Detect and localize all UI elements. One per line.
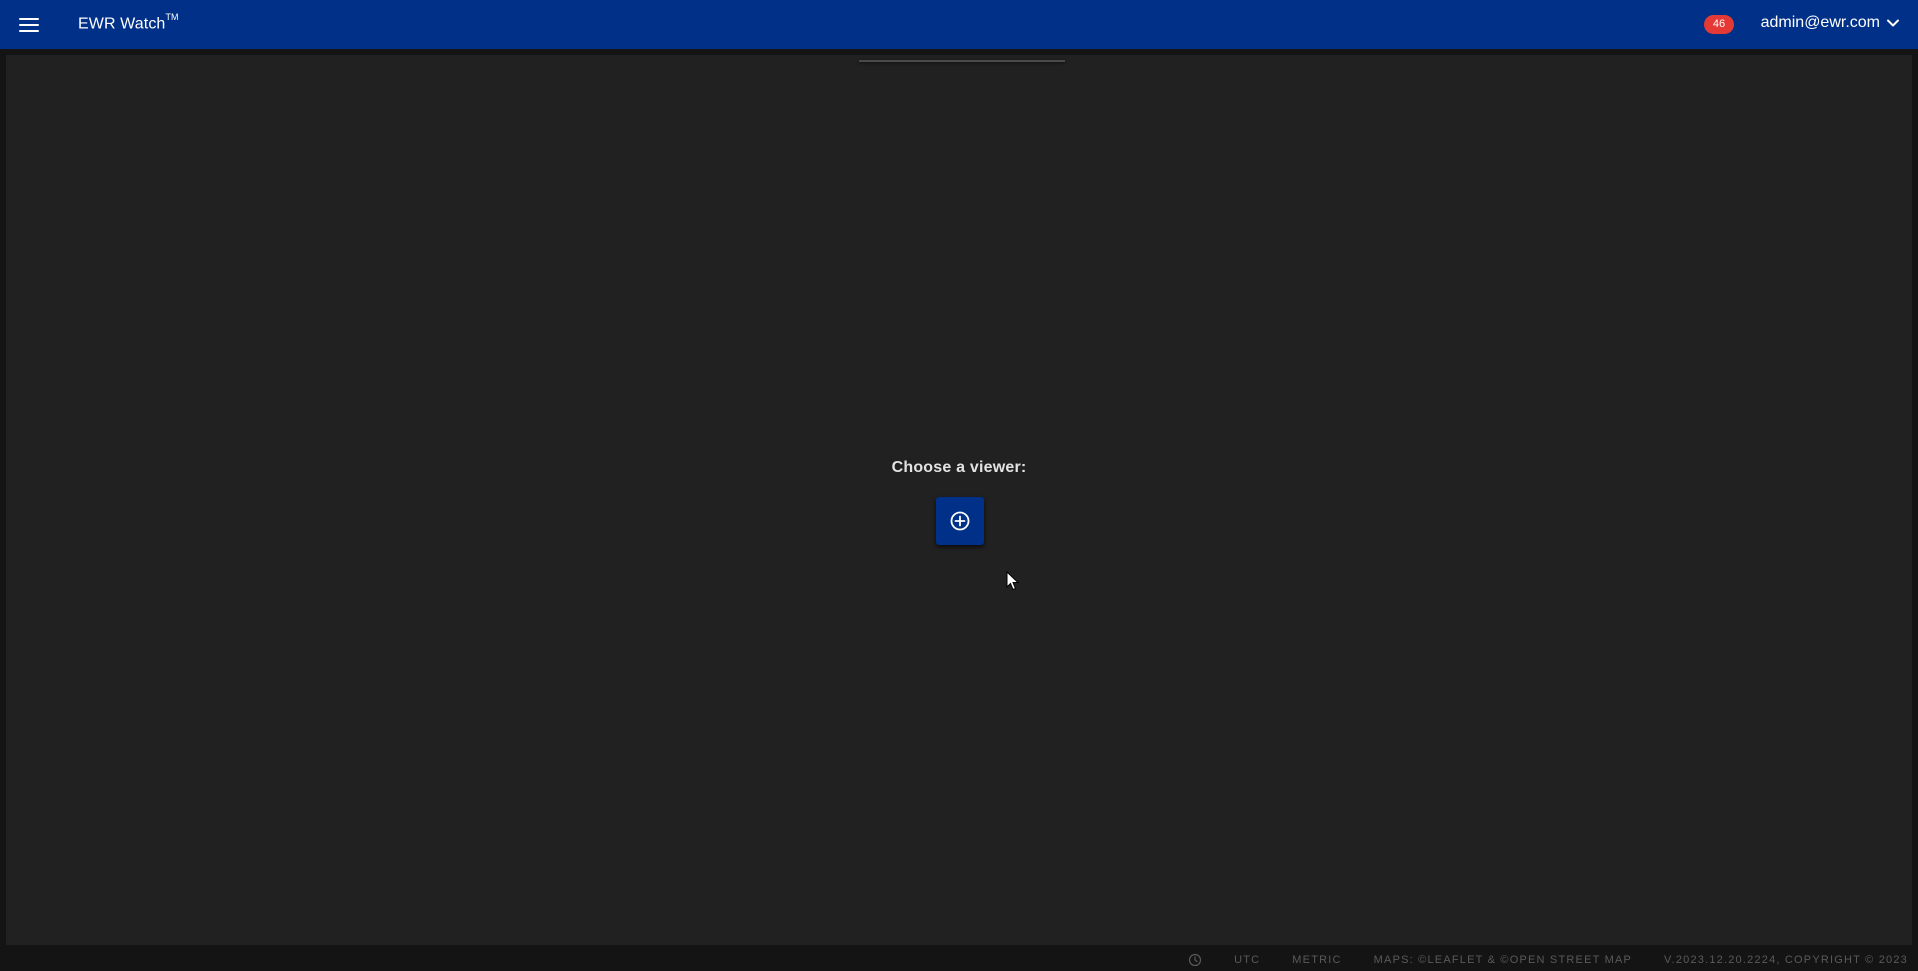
timezone-toggle[interactable]: UTC — [1234, 954, 1260, 966]
add-viewer-button[interactable] — [936, 497, 984, 545]
hamburger-icon[interactable] — [14, 12, 44, 38]
choose-viewer-label: Choose a viewer: — [891, 459, 1027, 476]
app-root: EWR WatchTM 46 admin@ewr.com Choose a vi… — [0, 0, 1918, 971]
notification-badge[interactable]: 46 — [1704, 15, 1734, 34]
top-app-bar: EWR WatchTM 46 admin@ewr.com — [0, 0, 1918, 49]
trademark-mark: TM — [165, 12, 179, 22]
maps-credit: MAPS: ©LEAFLET & ©OPEN STREET MAP — [1373, 954, 1633, 966]
app-title-text: EWR Watch — [78, 15, 166, 33]
version-copyright: V.2023.12.20.2224, COPYRIGHT © 2023 — [1664, 954, 1908, 966]
status-footer: UTC METRIC MAPS: ©LEAFLET & ©OPEN STREET… — [0, 949, 1918, 971]
app-title: EWR WatchTM — [78, 12, 179, 33]
viewer-chooser: Choose a viewer: — [6, 459, 1912, 477]
tab-indicator — [859, 60, 1065, 62]
user-menu[interactable]: admin@ewr.com — [1761, 14, 1900, 32]
chevron-down-icon — [1887, 19, 1899, 27]
plus-circle-icon — [950, 511, 970, 531]
mouse-cursor-icon — [1006, 571, 1020, 591]
user-email: admin@ewr.com — [1760, 14, 1880, 31]
clock-icon[interactable] — [1188, 953, 1202, 967]
viewer-panel: Choose a viewer: — [6, 55, 1912, 945]
units-toggle[interactable]: METRIC — [1292, 954, 1341, 966]
